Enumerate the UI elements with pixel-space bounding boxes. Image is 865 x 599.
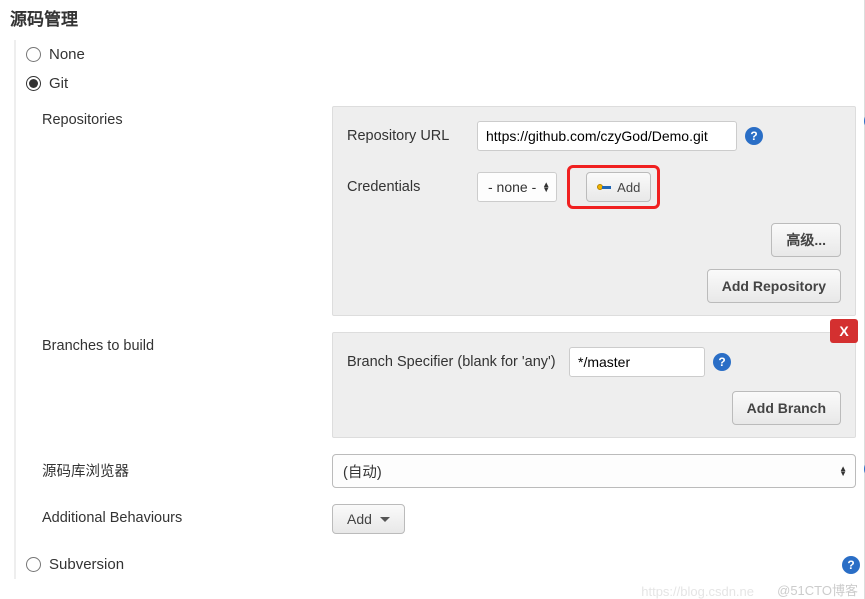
watermark-text: https://blog.csdn.ne <box>641 584 754 599</box>
git-config: Repositories Repository URL ? Credential… <box>42 106 856 534</box>
repo-browser-label: 源码库浏览器 <box>42 454 332 481</box>
credentials-label: Credentials <box>347 179 477 195</box>
select-arrows-icon: ▲▼ <box>542 182 550 192</box>
credentials-select[interactable]: - none - ▲▼ <box>477 172 557 202</box>
scm-block: None Git Repositories Repository URL ? <box>14 40 856 579</box>
repositories-label: Repositories <box>42 106 332 128</box>
help-icon[interactable]: ? <box>713 353 731 371</box>
repo-browser-select[interactable]: (自动) ▲▼ <box>332 454 856 488</box>
add-credentials-label: Add <box>617 180 640 195</box>
add-credentials-button[interactable]: Add <box>586 172 651 202</box>
scm-option-none[interactable]: None <box>22 40 856 69</box>
branches-panel: X Branch Specifier (blank for 'any') ? A… <box>332 332 856 438</box>
scm-option-git[interactable]: Git <box>22 69 856 98</box>
help-icon[interactable]: ? <box>842 556 860 574</box>
repo-url-input[interactable] <box>477 121 737 151</box>
add-repository-button[interactable]: Add Repository <box>707 269 841 303</box>
key-icon <box>597 183 611 191</box>
add-behaviour-button[interactable]: Add <box>332 504 405 534</box>
radio-git-label: Git <box>49 75 68 92</box>
help-icon[interactable]: ? <box>745 127 763 145</box>
section-title: 源码管理 <box>10 5 856 30</box>
branches-label: Branches to build <box>42 332 332 354</box>
watermark-text: @51CTO博客 <box>777 580 858 599</box>
add-credentials-highlight: Add <box>567 165 660 209</box>
branch-specifier-input[interactable] <box>569 347 705 377</box>
radio-git[interactable] <box>26 76 41 91</box>
add-branch-button[interactable]: Add Branch <box>732 391 841 425</box>
repo-url-label: Repository URL <box>347 128 477 144</box>
add-behaviour-label: Add <box>347 511 372 527</box>
radio-subversion[interactable] <box>26 557 41 572</box>
credentials-value: - none - <box>488 179 536 195</box>
radio-subversion-label: Subversion <box>49 556 124 573</box>
advanced-button[interactable]: 高级... <box>771 223 841 257</box>
delete-branch-button[interactable]: X <box>830 319 858 343</box>
radio-none[interactable] <box>26 47 41 62</box>
scm-option-subversion[interactable]: Subversion ? <box>22 550 856 579</box>
behaviours-label: Additional Behaviours <box>42 504 332 526</box>
radio-none-label: None <box>49 46 85 63</box>
select-arrows-icon: ▲▼ <box>839 466 847 476</box>
repositories-panel: Repository URL ? Credentials - none - ▲▼ <box>332 106 856 316</box>
chevron-down-icon <box>380 517 390 522</box>
branch-specifier-label: Branch Specifier (blank for 'any') <box>347 354 569 370</box>
repo-browser-value: (自动) <box>343 461 382 482</box>
